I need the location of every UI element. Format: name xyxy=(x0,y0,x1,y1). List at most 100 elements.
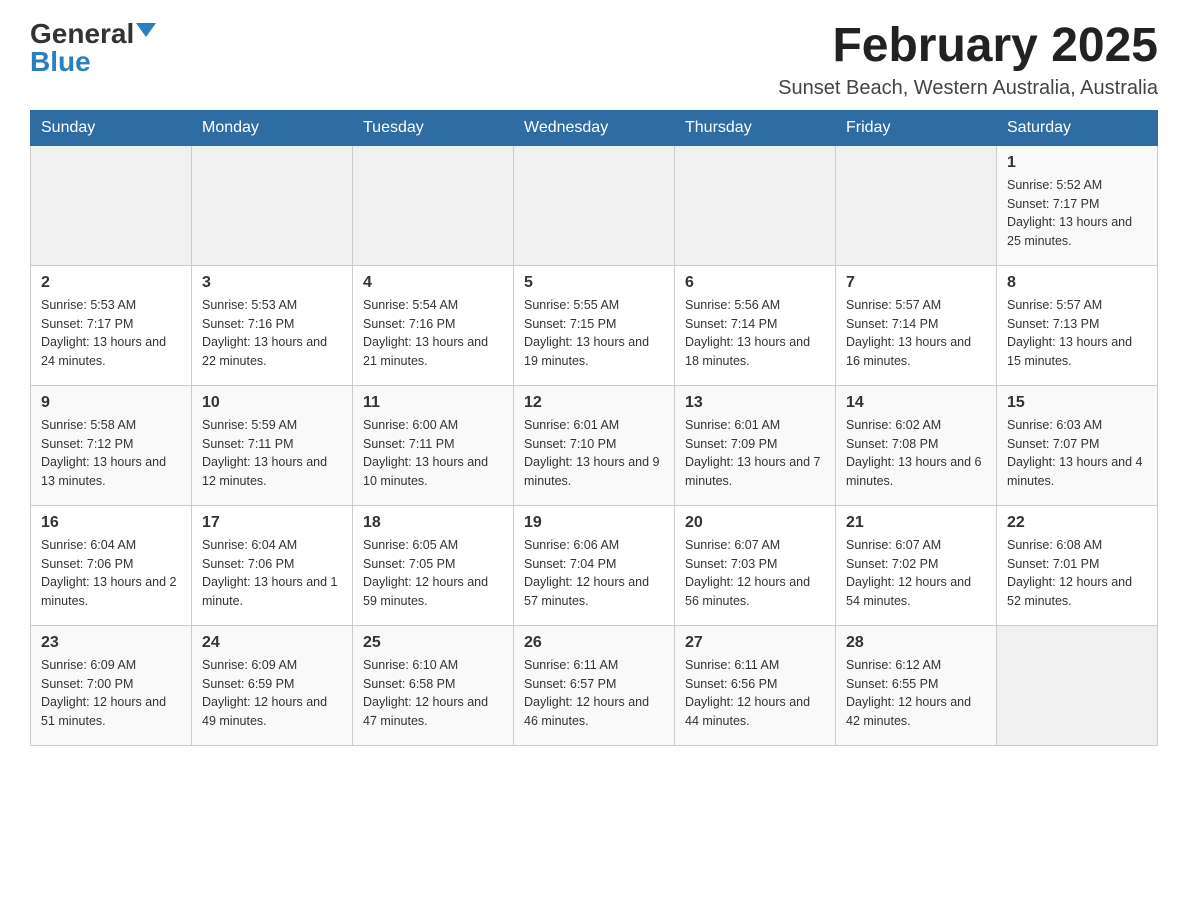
day-number: 24 xyxy=(202,634,342,652)
weekday-header-tuesday: Tuesday xyxy=(353,110,514,145)
calendar-cell xyxy=(31,145,192,265)
calendar-cell: 10 Sunrise: 5:59 AMSunset: 7:11 PMDayligh… xyxy=(192,385,353,505)
calendar-week-row: 2 Sunrise: 5:53 AMSunset: 7:17 PMDaylight… xyxy=(31,265,1158,385)
day-number: 2 xyxy=(41,274,181,292)
day-info: Sunrise: 6:05 AMSunset: 7:05 PMDaylight:… xyxy=(363,538,488,608)
day-info: Sunrise: 5:56 AMSunset: 7:14 PMDaylight:… xyxy=(685,298,810,368)
calendar-cell: 12 Sunrise: 6:01 AMSunset: 7:10 PMDayligh… xyxy=(514,385,675,505)
day-info: Sunrise: 6:04 AMSunset: 7:06 PMDaylight:… xyxy=(202,538,338,608)
page-header: General Blue February 2025 Sunset Beach,… xyxy=(30,20,1158,100)
day-info: Sunrise: 6:07 AMSunset: 7:02 PMDaylight:… xyxy=(846,538,971,608)
day-number: 7 xyxy=(846,274,986,292)
weekday-header-thursday: Thursday xyxy=(675,110,836,145)
day-number: 14 xyxy=(846,394,986,412)
calendar-cell xyxy=(836,145,997,265)
calendar-cell: 25 Sunrise: 6:10 AMSunset: 6:58 PMDayligh… xyxy=(353,625,514,745)
weekday-header-friday: Friday xyxy=(836,110,997,145)
day-number: 27 xyxy=(685,634,825,652)
calendar-week-row: 16 Sunrise: 6:04 AMSunset: 7:06 PMDayligh… xyxy=(31,505,1158,625)
calendar-cell xyxy=(675,145,836,265)
calendar-cell: 2 Sunrise: 5:53 AMSunset: 7:17 PMDaylight… xyxy=(31,265,192,385)
calendar-cell: 9 Sunrise: 5:58 AMSunset: 7:12 PMDaylight… xyxy=(31,385,192,505)
day-number: 15 xyxy=(1007,394,1147,412)
day-number: 8 xyxy=(1007,274,1147,292)
calendar-cell: 19 Sunrise: 6:06 AMSunset: 7:04 PMDayligh… xyxy=(514,505,675,625)
calendar-cell: 7 Sunrise: 5:57 AMSunset: 7:14 PMDaylight… xyxy=(836,265,997,385)
calendar-cell: 18 Sunrise: 6:05 AMSunset: 7:05 PMDayligh… xyxy=(353,505,514,625)
day-info: Sunrise: 6:07 AMSunset: 7:03 PMDaylight:… xyxy=(685,538,810,608)
day-info: Sunrise: 6:00 AMSunset: 7:11 PMDaylight:… xyxy=(363,418,488,488)
day-number: 25 xyxy=(363,634,503,652)
day-info: Sunrise: 6:06 AMSunset: 7:04 PMDaylight:… xyxy=(524,538,649,608)
calendar-cell: 4 Sunrise: 5:54 AMSunset: 7:16 PMDaylight… xyxy=(353,265,514,385)
day-number: 9 xyxy=(41,394,181,412)
calendar-cell: 27 Sunrise: 6:11 AMSunset: 6:56 PMDayligh… xyxy=(675,625,836,745)
day-number: 12 xyxy=(524,394,664,412)
day-info: Sunrise: 5:53 AMSunset: 7:17 PMDaylight:… xyxy=(41,298,166,368)
calendar-cell: 15 Sunrise: 6:03 AMSunset: 7:07 PMDayligh… xyxy=(997,385,1158,505)
month-year-title: February 2025 xyxy=(778,20,1158,73)
day-info: Sunrise: 5:59 AMSunset: 7:11 PMDaylight:… xyxy=(202,418,327,488)
day-number: 26 xyxy=(524,634,664,652)
day-number: 13 xyxy=(685,394,825,412)
day-number: 5 xyxy=(524,274,664,292)
day-number: 10 xyxy=(202,394,342,412)
day-number: 4 xyxy=(363,274,503,292)
day-number: 18 xyxy=(363,514,503,532)
day-number: 21 xyxy=(846,514,986,532)
day-info: Sunrise: 6:10 AMSunset: 6:58 PMDaylight:… xyxy=(363,658,488,728)
calendar-cell: 20Sunrise: 6:07 AMSunset: 7:03 PMDayligh… xyxy=(675,505,836,625)
calendar-cell: 28 Sunrise: 6:12 AMSunset: 6:55 PMDayligh… xyxy=(836,625,997,745)
weekday-header-wednesday: Wednesday xyxy=(514,110,675,145)
calendar-cell: 22 Sunrise: 6:08 AMSunset: 7:01 PMDayligh… xyxy=(997,505,1158,625)
day-number: 28 xyxy=(846,634,986,652)
day-number: 19 xyxy=(524,514,664,532)
day-number: 23 xyxy=(41,634,181,652)
day-number: 16 xyxy=(41,514,181,532)
day-number: 22 xyxy=(1007,514,1147,532)
day-info: Sunrise: 6:11 AMSunset: 6:57 PMDaylight:… xyxy=(524,658,649,728)
calendar-cell: 14Sunrise: 6:02 AMSunset: 7:08 PMDayligh… xyxy=(836,385,997,505)
calendar-cell: 6 Sunrise: 5:56 AMSunset: 7:14 PMDaylight… xyxy=(675,265,836,385)
day-number: 3 xyxy=(202,274,342,292)
day-info: Sunrise: 5:55 AMSunset: 7:15 PMDaylight:… xyxy=(524,298,649,368)
calendar-week-row: 23 Sunrise: 6:09 AMSunset: 7:00 PMDayligh… xyxy=(31,625,1158,745)
day-info: Sunrise: 6:11 AMSunset: 6:56 PMDaylight:… xyxy=(685,658,810,728)
location-subtitle: Sunset Beach, Western Australia, Austral… xyxy=(778,77,1158,100)
day-info: Sunrise: 5:52 AMSunset: 7:17 PMDaylight:… xyxy=(1007,178,1132,248)
logo-general: General xyxy=(30,20,134,48)
day-number: 6 xyxy=(685,274,825,292)
calendar-cell: 26 Sunrise: 6:11 AMSunset: 6:57 PMDayligh… xyxy=(514,625,675,745)
day-info: Sunrise: 5:57 AMSunset: 7:13 PMDaylight:… xyxy=(1007,298,1132,368)
calendar-cell: 1 Sunrise: 5:52 AMSunset: 7:17 PMDaylight… xyxy=(997,145,1158,265)
day-info: Sunrise: 5:53 AMSunset: 7:16 PMDaylight:… xyxy=(202,298,327,368)
day-info: Sunrise: 6:08 AMSunset: 7:01 PMDaylight:… xyxy=(1007,538,1132,608)
calendar-cell: 5 Sunrise: 5:55 AMSunset: 7:15 PMDaylight… xyxy=(514,265,675,385)
day-number: 11 xyxy=(363,394,503,412)
day-info: Sunrise: 6:01 AMSunset: 7:10 PMDaylight:… xyxy=(524,418,660,488)
day-info: Sunrise: 6:12 AMSunset: 6:55 PMDaylight:… xyxy=(846,658,971,728)
calendar-cell: 3 Sunrise: 5:53 AMSunset: 7:16 PMDaylight… xyxy=(192,265,353,385)
day-info: Sunrise: 5:57 AMSunset: 7:14 PMDaylight:… xyxy=(846,298,971,368)
calendar-cell xyxy=(514,145,675,265)
logo: General Blue xyxy=(30,20,156,76)
day-info: Sunrise: 6:09 AMSunset: 7:00 PMDaylight:… xyxy=(41,658,166,728)
calendar-cell xyxy=(997,625,1158,745)
calendar-table: SundayMondayTuesdayWednesdayThursdayFrid… xyxy=(30,110,1158,746)
day-info: Sunrise: 6:09 AMSunset: 6:59 PMDaylight:… xyxy=(202,658,327,728)
calendar-cell: 21 Sunrise: 6:07 AMSunset: 7:02 PMDayligh… xyxy=(836,505,997,625)
logo-blue: Blue xyxy=(30,48,91,76)
day-info: Sunrise: 6:03 AMSunset: 7:07 PMDaylight:… xyxy=(1007,418,1143,488)
calendar-cell: 11 Sunrise: 6:00 AMSunset: 7:11 PMDayligh… xyxy=(353,385,514,505)
day-number: 17 xyxy=(202,514,342,532)
calendar-header-row: SundayMondayTuesdayWednesdayThursdayFrid… xyxy=(31,110,1158,145)
day-info: Sunrise: 5:54 AMSunset: 7:16 PMDaylight:… xyxy=(363,298,488,368)
logo-triangle-icon xyxy=(136,23,156,37)
day-number: 1 xyxy=(1007,154,1147,172)
weekday-header-sunday: Sunday xyxy=(31,110,192,145)
calendar-cell: 17 Sunrise: 6:04 AMSunset: 7:06 PMDayligh… xyxy=(192,505,353,625)
day-info: Sunrise: 6:04 AMSunset: 7:06 PMDaylight:… xyxy=(41,538,177,608)
weekday-header-saturday: Saturday xyxy=(997,110,1158,145)
day-info: Sunrise: 5:58 AMSunset: 7:12 PMDaylight:… xyxy=(41,418,166,488)
calendar-cell xyxy=(192,145,353,265)
